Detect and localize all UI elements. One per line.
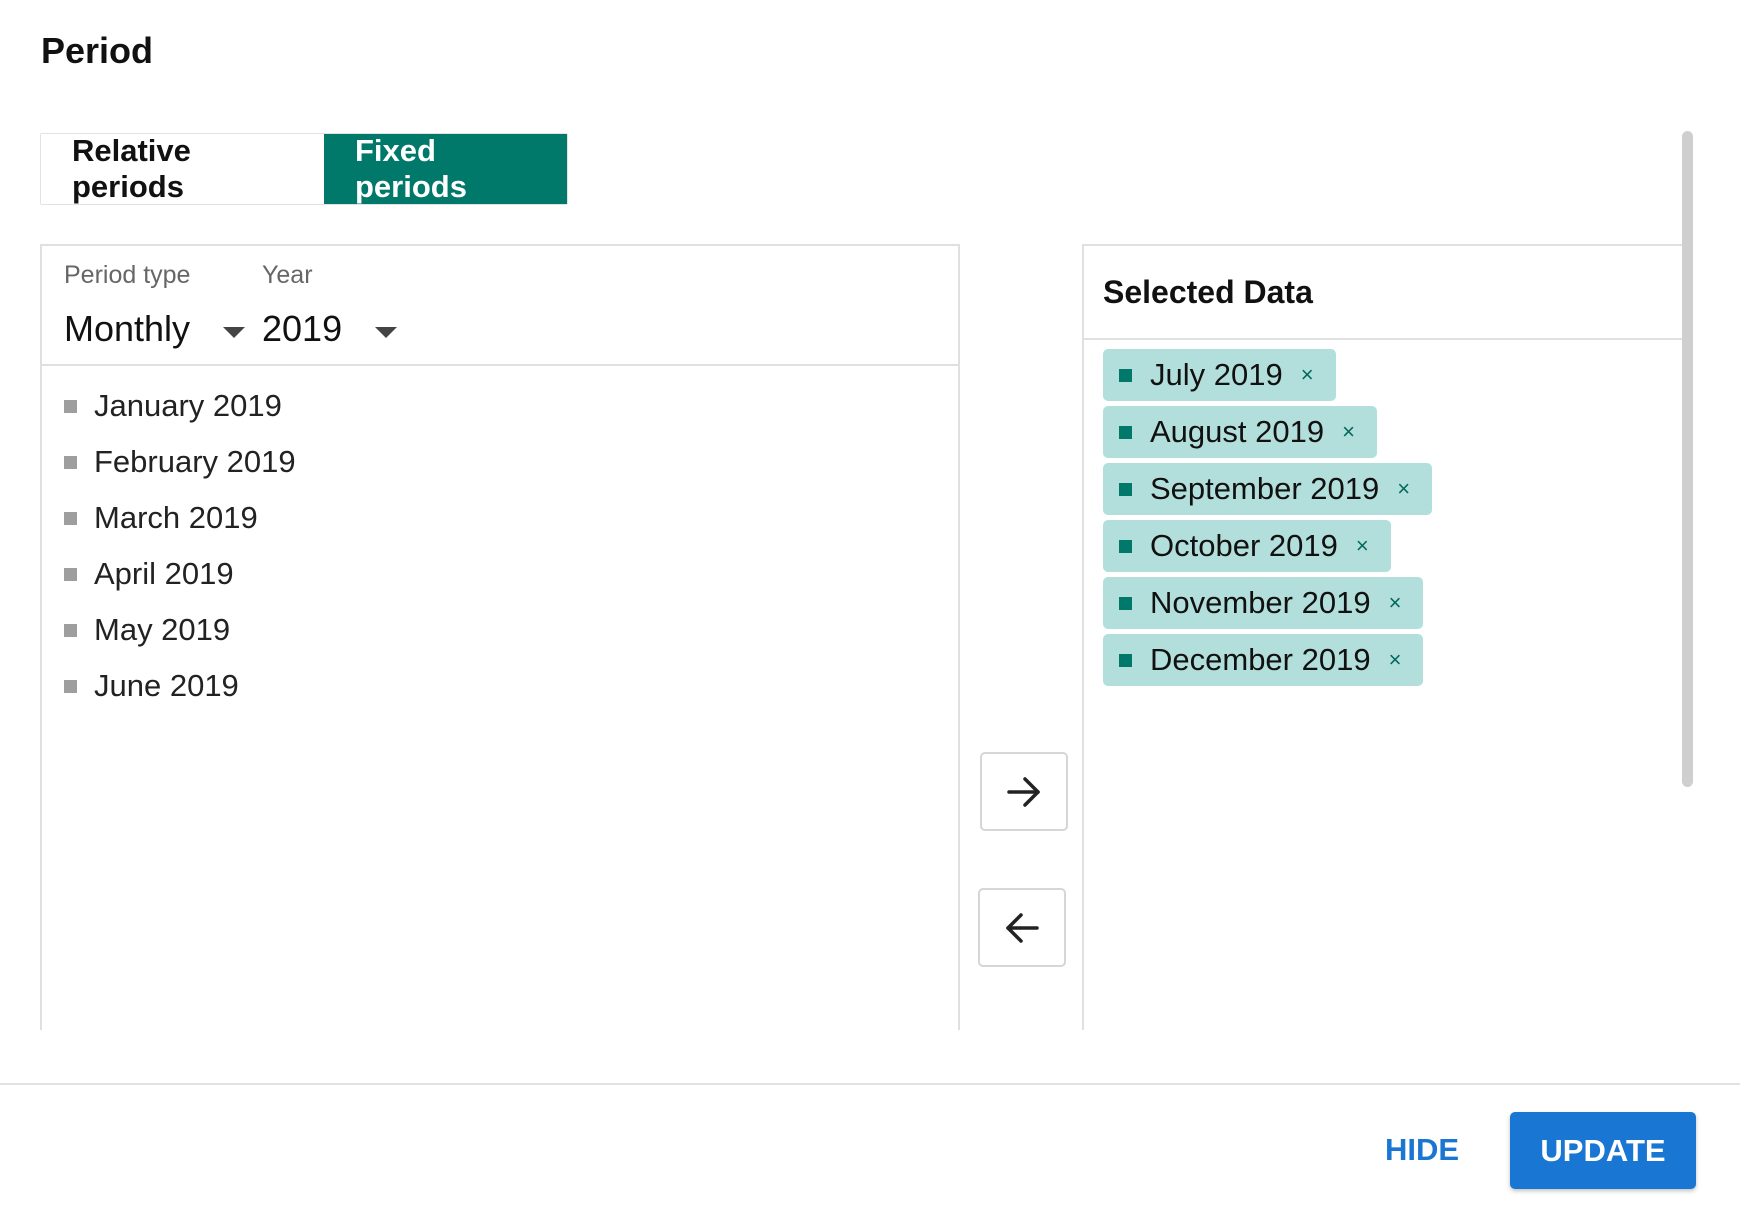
selected-period-label: October 2019: [1150, 528, 1338, 563]
square-bullet-icon: [64, 511, 77, 525]
available-period-item[interactable]: June 2019: [42, 658, 958, 714]
available-periods-panel: Period type Monthly Year 2019 January 20…: [40, 244, 960, 1030]
period-type-field: Period type Monthly: [64, 258, 246, 350]
arrow-right-icon: [1007, 776, 1040, 807]
caret-down-icon: [375, 326, 398, 338]
close-icon[interactable]: ×: [1397, 478, 1410, 500]
available-period-item[interactable]: January 2019: [42, 378, 958, 434]
available-period-item[interactable]: March 2019: [42, 490, 958, 546]
available-period-label: April 2019: [94, 556, 234, 591]
available-period-label: January 2019: [94, 388, 282, 423]
square-bullet-icon: [1119, 368, 1132, 382]
square-bullet-icon: [1119, 653, 1132, 667]
year-value: 2019: [262, 308, 343, 349]
selected-period-label: November 2019: [1150, 585, 1371, 620]
year-field: Year 2019: [262, 258, 398, 350]
available-period-item[interactable]: April 2019: [42, 546, 958, 602]
available-period-item[interactable]: May 2019: [42, 602, 958, 658]
tab-fixed-periods[interactable]: Fixed periods: [324, 133, 567, 204]
tab-relative-periods[interactable]: Relative periods: [41, 133, 324, 204]
hide-button[interactable]: HIDE: [1372, 1118, 1472, 1182]
square-bullet-icon: [1119, 539, 1132, 553]
square-bullet-icon: [1119, 482, 1132, 496]
arrow-left-icon: [1006, 912, 1039, 943]
scrollbar[interactable]: [1682, 131, 1693, 787]
period-tabs: Relative periods Fixed periods: [40, 133, 568, 205]
update-button[interactable]: UPDATE: [1510, 1112, 1696, 1189]
available-period-item[interactable]: February 2019: [42, 434, 958, 490]
period-type-label: Period type: [64, 261, 191, 289]
year-select[interactable]: 2019: [262, 308, 398, 350]
available-period-label: May 2019: [94, 612, 231, 647]
square-bullet-icon: [64, 623, 77, 637]
selected-period-chip[interactable]: October 2019 ×: [1103, 520, 1391, 572]
select-periods-button[interactable]: [980, 752, 1068, 831]
selected-period-label: July 2019: [1150, 357, 1283, 392]
selected-periods-panel: Selected Data July 2019 × August 2019 × …: [1082, 244, 1684, 1030]
dialog-title: Period: [41, 30, 154, 71]
selected-period-label: August 2019: [1150, 414, 1325, 449]
square-bullet-icon: [64, 399, 77, 413]
square-bullet-icon: [64, 567, 77, 581]
close-icon[interactable]: ×: [1301, 364, 1314, 386]
footer-divider: [0, 1083, 1740, 1085]
square-bullet-icon: [1119, 596, 1132, 610]
available-period-label: February 2019: [94, 444, 296, 479]
period-dialog: Period Relative periods Fixed periods Pe…: [0, 0, 1740, 1206]
close-icon[interactable]: ×: [1356, 535, 1369, 557]
close-icon[interactable]: ×: [1389, 649, 1402, 671]
available-periods-list: January 2019 February 2019 March 2019 Ap…: [42, 366, 958, 714]
close-icon[interactable]: ×: [1342, 421, 1355, 443]
period-type-select[interactable]: Monthly: [64, 308, 246, 350]
available-period-label: March 2019: [94, 500, 258, 535]
selected-period-chip[interactable]: December 2019 ×: [1103, 634, 1424, 686]
available-period-label: June 2019: [94, 668, 239, 703]
square-bullet-icon: [1119, 425, 1132, 439]
deselect-periods-button[interactable]: [978, 888, 1066, 967]
caret-down-icon: [223, 326, 246, 338]
square-bullet-icon: [64, 455, 77, 469]
year-label: Year: [262, 261, 313, 289]
selected-period-label: December 2019: [1150, 642, 1371, 677]
square-bullet-icon: [64, 679, 77, 693]
selected-period-label: September 2019: [1150, 471, 1380, 506]
period-filters: Period type Monthly Year 2019: [42, 246, 958, 366]
selected-period-chip[interactable]: September 2019 ×: [1103, 463, 1433, 515]
selected-period-chip[interactable]: July 2019 ×: [1103, 349, 1336, 401]
close-icon[interactable]: ×: [1389, 592, 1402, 614]
selected-periods-list: July 2019 × August 2019 × September 2019…: [1084, 246, 1433, 686]
selected-period-chip[interactable]: August 2019 ×: [1103, 406, 1377, 458]
selected-period-chip[interactable]: November 2019 ×: [1103, 577, 1424, 629]
period-type-value: Monthly: [64, 308, 191, 349]
